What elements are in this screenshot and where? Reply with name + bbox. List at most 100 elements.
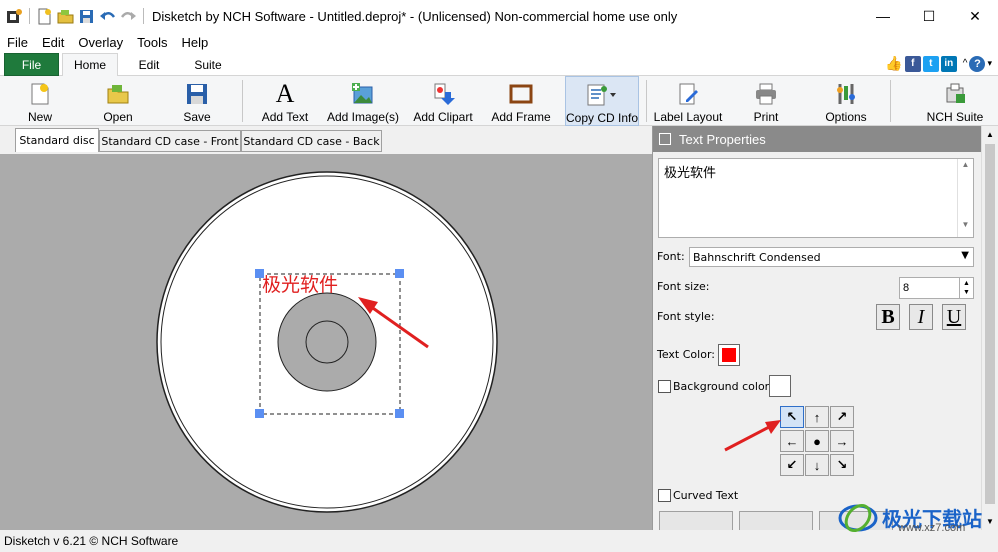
help-icon[interactable]: ?: [969, 55, 986, 72]
save-label: Save: [183, 110, 211, 124]
maximize-button[interactable]: ☐: [906, 0, 952, 32]
menu-bar: File Edit Overlay Tools Help: [0, 32, 998, 52]
add-frame-label: Add Frame: [491, 110, 551, 124]
open-label: Open: [103, 110, 133, 124]
social-links: 👍 f t in ^ ? ▾: [885, 55, 992, 72]
new-label: New: [27, 110, 52, 124]
textarea-scrollbar[interactable]: ▲ ▼: [957, 159, 973, 237]
background-color-checkbox[interactable]: [658, 380, 671, 393]
align-bottom-button[interactable]: ↓: [805, 454, 829, 476]
linkedin-icon[interactable]: in: [940, 55, 957, 72]
font-size-stepper[interactable]: 8 ▲ ▼: [899, 277, 974, 299]
stepper-arrows[interactable]: ▲ ▼: [959, 278, 973, 298]
curved-text-checkbox[interactable]: [658, 489, 671, 502]
menu-edit[interactable]: Edit: [35, 35, 71, 50]
options-button[interactable]: Options: [822, 76, 870, 126]
tab-home[interactable]: Home: [62, 53, 118, 77]
open-folder-icon[interactable]: [57, 8, 74, 25]
font-size-value: 8: [903, 282, 910, 294]
add-image-icon: [351, 82, 375, 106]
watermark-url: www.xz7.com: [898, 522, 966, 534]
menu-help[interactable]: Help: [175, 35, 216, 50]
tab-standard-disc[interactable]: Standard disc: [15, 128, 99, 152]
align-right-button[interactable]: →: [830, 430, 854, 452]
add-text-button[interactable]: A Add Text: [258, 76, 312, 126]
add-images-button[interactable]: Add Image(s): [327, 76, 399, 126]
label-layout-button[interactable]: Label Layout: [654, 76, 722, 126]
facebook-icon[interactable]: f: [904, 55, 921, 72]
thumbs-up-icon[interactable]: 👍: [885, 55, 902, 72]
caret-up-icon[interactable]: ^: [963, 58, 968, 69]
font-select-value: Bahnschrift Condensed: [693, 250, 821, 264]
panel-scrollbar[interactable]: ▲ ▼: [981, 126, 998, 530]
italic-button[interactable]: I: [909, 304, 933, 330]
copy-cd-info-label: Copy CD Info: [565, 111, 639, 125]
disc-hole: [305, 320, 349, 364]
close-button[interactable]: ✕: [952, 0, 998, 32]
options-icon: [834, 82, 858, 106]
toolbar-separator: [143, 8, 144, 24]
open-button[interactable]: Open: [98, 76, 138, 126]
scroll-up-arrow[interactable]: ▲: [982, 130, 998, 139]
canvas-text-object[interactable]: 极光软件: [262, 270, 338, 297]
print-button[interactable]: Print: [745, 76, 787, 126]
status-text: Disketch v 6.21 © NCH Software: [4, 534, 179, 548]
tab-cd-case-front[interactable]: Standard CD case - Front: [99, 130, 241, 152]
ribbon-separator: [890, 80, 891, 122]
text-color-swatch[interactable]: [718, 344, 740, 366]
align-center-button[interactable]: ●: [805, 430, 829, 452]
align-top-button[interactable]: ↑: [805, 406, 829, 428]
ribbon-tabs: File Home Edit Suite 👍 f t in ^ ? ▾: [0, 52, 998, 77]
add-clipart-button[interactable]: Add Clipart: [412, 76, 474, 126]
tab-edit[interactable]: Edit: [126, 53, 172, 76]
align-bottom-right-button[interactable]: ↘: [830, 454, 854, 476]
chevron-down-icon: ▼: [961, 250, 969, 261]
selection-handle: [395, 409, 404, 418]
curved-text-label: Curved Text: [673, 489, 739, 502]
font-size-label: Font size:: [657, 280, 710, 293]
align-bottom-left-button[interactable]: ↙: [780, 454, 804, 476]
nch-suite-icon: [943, 82, 967, 106]
minimize-button[interactable]: —: [860, 0, 906, 32]
align-top-right-button[interactable]: ↗: [830, 406, 854, 428]
design-canvas[interactable]: 极光软件: [0, 154, 652, 530]
background-color-swatch[interactable]: [769, 375, 791, 397]
new-document-icon: [28, 82, 52, 106]
rotate-right-button[interactable]: [739, 511, 813, 530]
undo-icon[interactable]: [99, 8, 116, 25]
open-folder-icon: [106, 82, 130, 106]
document-tabs: Standard disc Standard CD case - Front S…: [0, 126, 652, 154]
menu-file[interactable]: File: [0, 35, 35, 50]
watermark-logo: [838, 503, 878, 533]
tab-file[interactable]: File: [4, 53, 59, 76]
menu-overlay[interactable]: Overlay: [71, 35, 130, 50]
ribbon-separator: [646, 80, 647, 122]
font-select[interactable]: Bahnschrift Condensed ▼: [689, 247, 974, 267]
tab-suite[interactable]: Suite: [182, 53, 234, 76]
copy-cd-info-button[interactable]: Copy CD Info: [565, 76, 639, 126]
bold-button[interactable]: B: [876, 304, 900, 330]
tab-cd-case-back[interactable]: Standard CD case - Back: [241, 130, 382, 152]
printer-icon: [754, 82, 778, 106]
scroll-thumb[interactable]: [985, 144, 995, 504]
ribbon-toolbar: New Open Save A Add Text Add Image(s) Ad…: [0, 76, 998, 126]
letter-a-icon: A: [275, 79, 295, 108]
selection-handle: [255, 409, 264, 418]
save-icon[interactable]: [78, 8, 95, 25]
new-button[interactable]: New: [20, 76, 60, 126]
save-button[interactable]: Save: [177, 76, 217, 126]
underline-button[interactable]: U: [942, 304, 966, 330]
menu-tools[interactable]: Tools: [130, 35, 174, 50]
twitter-icon[interactable]: t: [922, 55, 939, 72]
new-file-icon[interactable]: [36, 8, 53, 25]
font-label: Font:: [657, 250, 685, 263]
nch-suite-button[interactable]: NCH Suite: [926, 76, 984, 126]
redo-icon[interactable]: [120, 8, 137, 25]
dropdown-icon[interactable]: ▾: [987, 58, 992, 69]
text-content-field[interactable]: 极光软件: [658, 158, 974, 238]
label-layout-icon: [676, 82, 700, 106]
app-icon: [6, 8, 23, 25]
add-frame-button[interactable]: Add Frame: [491, 76, 551, 126]
collapse-icon[interactable]: [659, 133, 671, 145]
rotate-left-button[interactable]: [659, 511, 733, 530]
